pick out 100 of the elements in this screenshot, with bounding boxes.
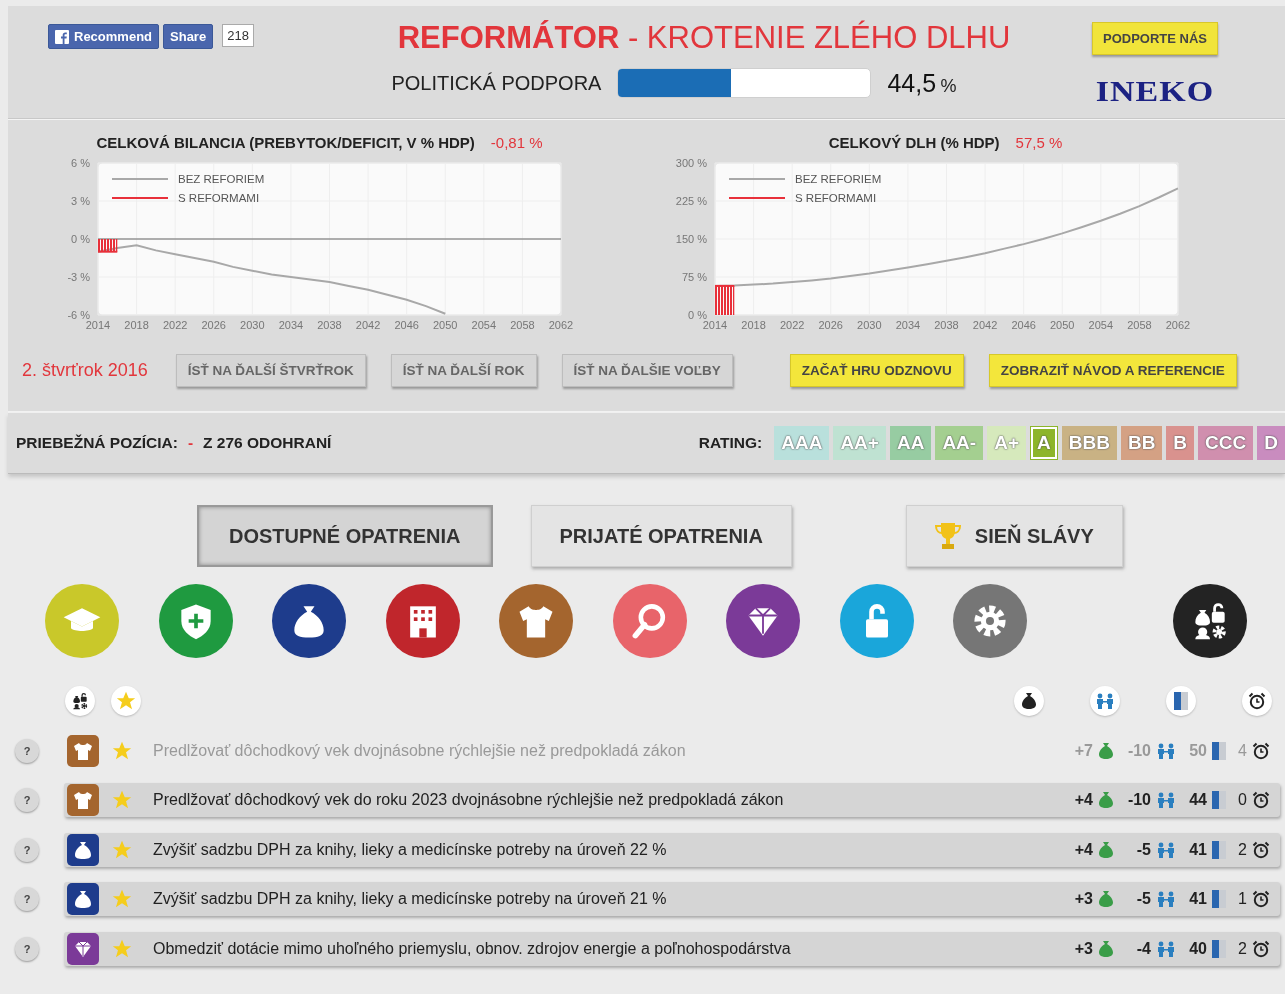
money-bag-icon (1021, 692, 1037, 710)
axis-label: 2030 (857, 319, 882, 331)
position-value: - (187, 434, 194, 452)
support-value: 44,5 % (887, 68, 957, 98)
axis-label: 2042 (355, 319, 381, 331)
axis-label: 0 % (71, 233, 90, 245)
alarm-clock-icon (1252, 840, 1270, 859)
recommend-button[interactable]: Recommend (48, 24, 160, 49)
support-value: 41 (1189, 890, 1207, 909)
money-bag-icon (1098, 890, 1114, 909)
measure-text[interactable]: Obmedziť dotácie mimo uhoľného priemyslu, obnov. zdrojov energie a poľnohospodárstva (153, 939, 1056, 958)
axis-label: 75 % (681, 271, 707, 283)
money-value: +4 (1074, 840, 1093, 859)
measure-text[interactable]: Zvýšiť sadzbu DPH za knihy, lieky a medicínske potreby na úroveň 22 % (153, 840, 1056, 859)
axis-label: 2022 (162, 319, 188, 331)
people-icon (1156, 792, 1176, 809)
people-value: -4 (1136, 939, 1151, 958)
action-button[interactable]: ZAČAŤ HRU ODZNOVU (789, 353, 964, 387)
alarm-clock-icon (1248, 692, 1266, 710)
axis-label: -6 % (67, 309, 90, 321)
share-button[interactable]: Share (163, 24, 214, 49)
money-bag-icon (1098, 741, 1114, 760)
axis-label: 2034 (278, 319, 304, 331)
money-value: +3 (1074, 939, 1093, 958)
support-card-icon (1212, 890, 1226, 909)
tab[interactable]: PRIJATÉ OPATRENIA (530, 505, 792, 567)
axis-label: 2038 (317, 319, 342, 331)
axis-label: 2046 (1011, 319, 1036, 331)
action-button[interactable]: ZOBRAZIŤ NÁVOD A REFERENCIE (988, 353, 1237, 387)
tab[interactable]: SIEŇ SLÁVY (905, 505, 1123, 567)
donate-button[interactable]: PODPORTE NÁS (1092, 22, 1218, 55)
people-value: -10 (1127, 791, 1151, 810)
period-label: 2. štvrťrok 2016 (22, 359, 148, 381)
money-bag-icon (1098, 939, 1114, 958)
axis-label: 6 % (71, 157, 90, 169)
alarm-clock-icon (1252, 741, 1270, 760)
axis-label: 2034 (895, 319, 921, 331)
legend-label: BEZ REFORIEM (795, 173, 882, 185)
money-bag-icon (1098, 840, 1114, 859)
navigation-button[interactable]: ÍSŤ NA ĎALŠÍ ROK (390, 353, 537, 387)
chart-current-value: -0,81 % (490, 134, 543, 151)
axis-label: 2050 (1050, 319, 1075, 331)
support-card-icon (1212, 791, 1226, 810)
help-button[interactable]: ? (15, 788, 39, 813)
money-value: +7 (1074, 741, 1093, 760)
support-card-icon (1174, 692, 1188, 710)
alarm-clock-icon (1252, 791, 1270, 810)
axis-label: 150 % (675, 233, 707, 245)
star-icon (115, 690, 137, 712)
axis-label: 2046 (394, 319, 419, 331)
reform-hatch (98, 239, 118, 252)
axis-label: 2018 (124, 319, 149, 331)
axis-label: 2054 (1088, 319, 1114, 331)
facebook-icon (55, 29, 69, 44)
legend-label: S REFORMAMI (795, 192, 877, 204)
navigation-button[interactable]: ÍSŤ NA ĎALŠÍ ŠTVRŤROK (175, 353, 366, 387)
measure-text[interactable]: Predlžovať dôchodkový vek do roku 2023 dvojnásobne rýchlejšie než predpokladá zákon (153, 791, 1056, 810)
support-value: 41 (1189, 840, 1207, 859)
axis-label: 2058 (510, 319, 535, 331)
money-value: +3 (1074, 890, 1093, 909)
people-icon (1156, 891, 1176, 908)
measure-text[interactable]: Zvýšiť sadzbu DPH za knihy, lieky a medicínske potreby na úroveň 21 % (153, 890, 1056, 909)
chart-title: CELKOVÝ DLH (% HDP) (828, 134, 1000, 151)
alarm-clock-icon (1252, 939, 1270, 958)
tab[interactable]: DOSTUPNÉ OPATRENIA (197, 505, 493, 567)
help-button[interactable]: ? (15, 837, 39, 862)
axis-label: -3 % (67, 271, 90, 283)
support-card-icon (1212, 741, 1226, 760)
reform-hatch (715, 285, 735, 315)
axis-label: 225 % (675, 195, 707, 207)
axis-label: 2014 (702, 319, 728, 331)
axis-label: 3 % (71, 195, 90, 207)
axis-label: 0 % (688, 309, 707, 321)
position-label: PRIEBEŽNÁ POZÍCIA: (16, 434, 178, 452)
axis-label: 2038 (934, 319, 959, 331)
axis-label: 2042 (972, 319, 998, 331)
legend-label: S REFORMAMI (178, 192, 260, 204)
axis-label: 2014 (85, 319, 111, 331)
share-count: 218 (222, 24, 254, 47)
time-value: 2 (1238, 939, 1247, 958)
axis-label: 2062 (548, 319, 574, 331)
people-icon (1156, 742, 1176, 759)
axis-label: 2050 (433, 319, 458, 331)
alarm-clock-icon (1252, 890, 1270, 909)
navigation-button[interactable]: ÍSŤ NA ĎALŠIE VOĽBY (561, 353, 733, 387)
time-value: 4 (1238, 741, 1247, 760)
people-value: -10 (1127, 741, 1151, 760)
support-value: 50 (1189, 741, 1207, 760)
help-button[interactable]: ? (15, 936, 39, 961)
people-icon (1156, 940, 1176, 957)
axis-label: 2022 (779, 319, 805, 331)
axis-label: 2030 (240, 319, 265, 331)
chart-current-value: 57,5 % (1015, 134, 1063, 151)
help-button[interactable]: ? (15, 887, 39, 912)
time-value: 0 (1238, 791, 1247, 810)
legend-label: BEZ REFORIEM (178, 173, 265, 185)
axis-label: 2018 (741, 319, 766, 331)
axis-label: 2054 (471, 319, 497, 331)
money-value: +4 (1074, 791, 1093, 810)
people-value: -5 (1136, 890, 1151, 909)
